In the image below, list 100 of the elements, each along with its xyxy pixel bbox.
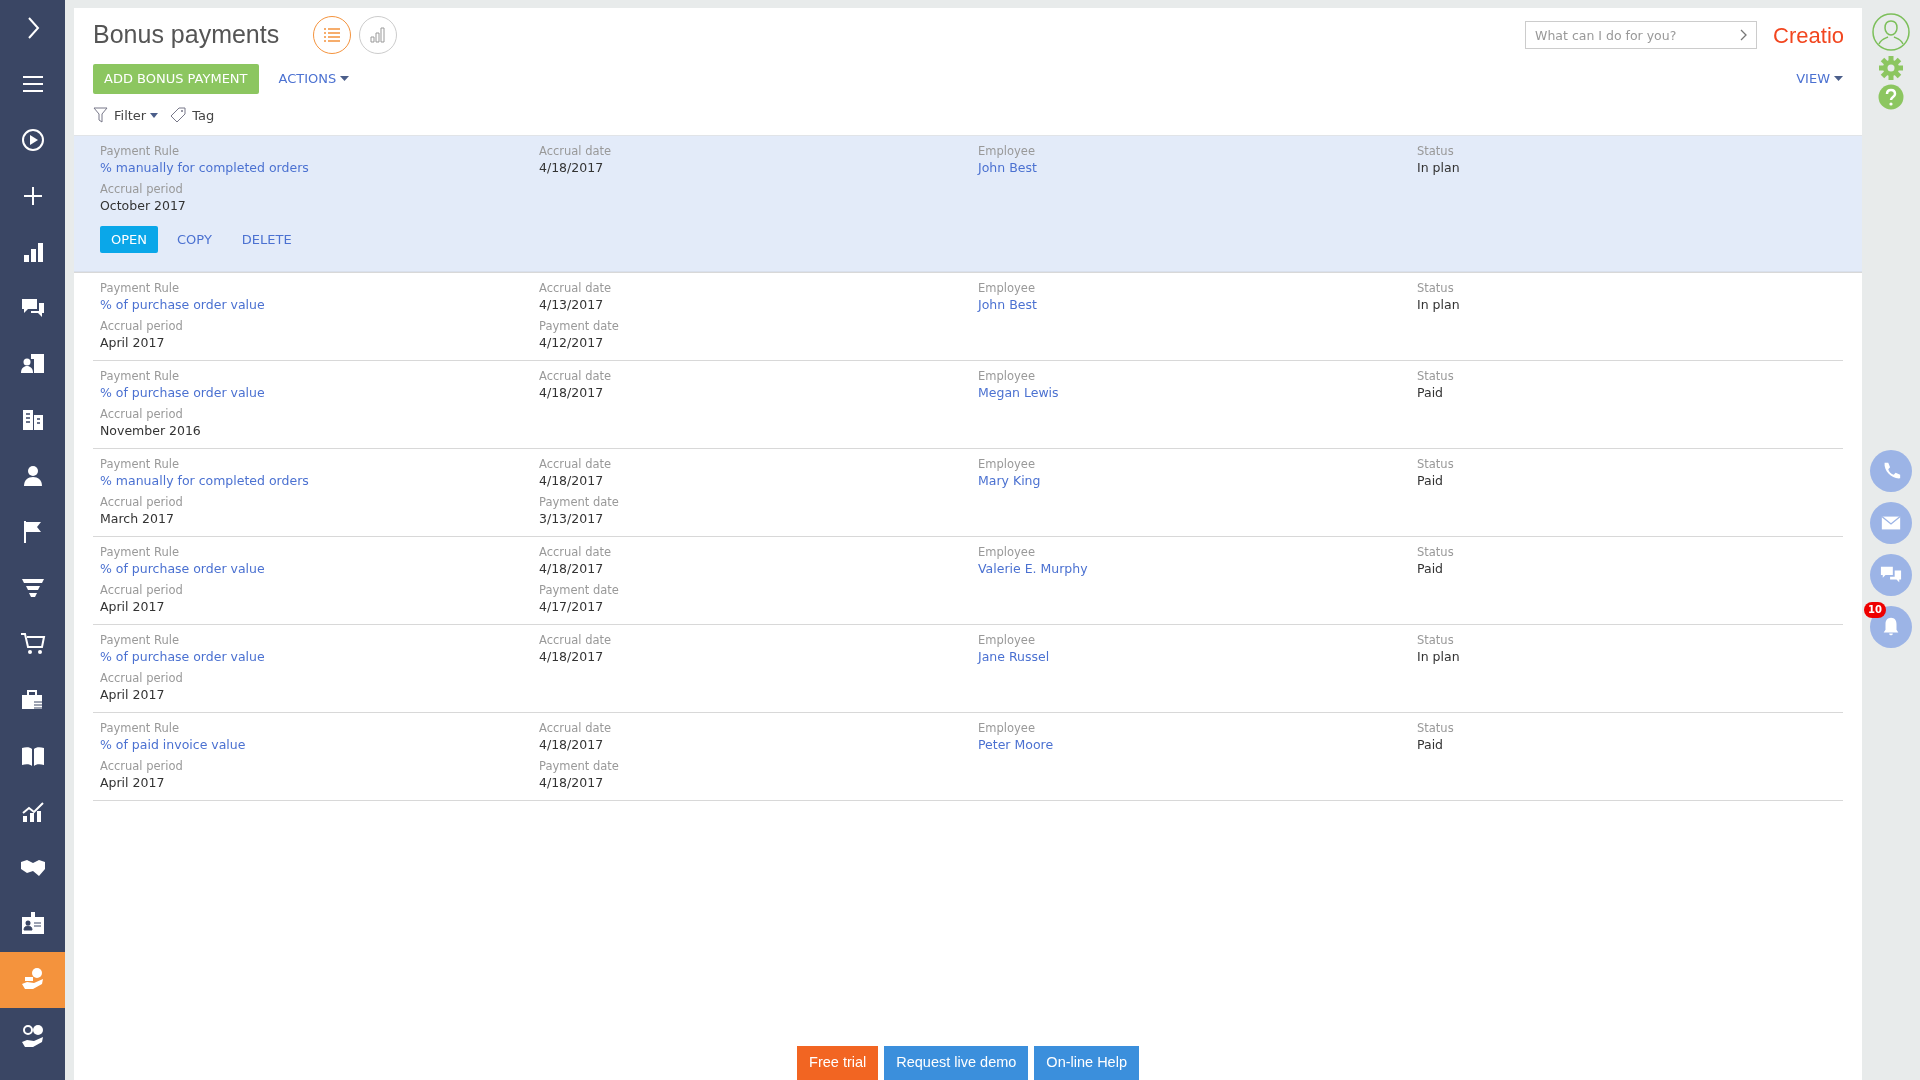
field-link[interactable]: % of purchase order value	[100, 560, 265, 578]
field-value: 4/18/2017	[539, 648, 604, 666]
field-link[interactable]: Valerie E. Murphy	[978, 560, 1088, 578]
field-value: 4/18/2017	[539, 773, 604, 792]
logo: Creatio	[1773, 21, 1844, 50]
field-value: Paid	[1417, 560, 1444, 578]
cart-icon	[19, 631, 46, 657]
footer-button[interactable]: Free trial	[797, 1046, 879, 1080]
bell-button[interactable]	[1870, 606, 1912, 648]
field-label: Status	[1417, 369, 1455, 384]
field-label: Payment date	[539, 758, 620, 774]
field-label: Payment date	[539, 494, 620, 510]
field-link[interactable]: Mary King	[978, 472, 1041, 490]
field-label: Employee	[978, 721, 1036, 736]
play-circle-icon	[19, 127, 46, 153]
field-label: Payment Rule	[100, 545, 181, 560]
field-value: March 2017	[100, 509, 174, 528]
field-label: Payment Rule	[100, 721, 181, 736]
field-link[interactable]: % of purchase order value	[100, 296, 265, 314]
footer-button[interactable]: On-line Help	[1034, 1046, 1139, 1080]
field-label: Accrual date	[539, 545, 613, 560]
field-value: Paid	[1417, 736, 1444, 754]
field-label: Status	[1417, 633, 1455, 648]
field-link[interactable]: Jane Russel	[978, 648, 1050, 666]
tag-icon[interactable]	[170, 107, 187, 124]
field-link[interactable]: Peter Moore	[978, 736, 1054, 754]
field-label: Payment date	[539, 582, 620, 598]
field-value: April 2017	[100, 773, 165, 792]
field-value: In plan	[1417, 159, 1460, 177]
field-label: Accrual date	[539, 281, 613, 296]
field-label: Status	[1417, 721, 1455, 736]
field-value: October 2017	[100, 196, 186, 215]
filter-menu[interactable]: Filter	[114, 105, 159, 125]
field-label: Payment Rule	[100, 633, 181, 648]
field-link[interactable]: Megan Lewis	[978, 384, 1059, 402]
field-label: Payment date	[539, 318, 620, 334]
search-field[interactable]: What can I do for you?	[1525, 21, 1758, 49]
tag-button[interactable]: Tag	[192, 105, 215, 125]
field-value: 4/13/2017	[539, 296, 604, 314]
field-label: Accrual period	[100, 318, 184, 334]
field-label: Accrual period	[100, 758, 184, 774]
caret-icon	[340, 76, 350, 82]
field-value: April 2017	[100, 597, 165, 616]
list-icon	[323, 27, 342, 43]
footer-button[interactable]: Request live demo	[884, 1046, 1029, 1080]
caret-icon	[1834, 76, 1843, 82]
field-link[interactable]: John Best	[978, 296, 1037, 314]
field-value: April 2017	[100, 333, 165, 352]
field-label: Accrual period	[100, 670, 184, 686]
bar-chart-icon	[370, 27, 387, 43]
field-label: Employee	[978, 144, 1036, 159]
field-label: Employee	[978, 545, 1036, 560]
field-value: November 2016	[100, 421, 201, 440]
filter-icon[interactable]	[93, 107, 108, 124]
field-label: Payment Rule	[100, 457, 181, 472]
field-label: Accrual date	[539, 144, 613, 159]
id-card-icon	[19, 911, 46, 937]
field-value: In plan	[1417, 296, 1460, 314]
field-label: Employee	[978, 281, 1036, 296]
field-link[interactable]: % of paid invoice value	[100, 736, 246, 754]
chevron-right-icon[interactable]	[1740, 29, 1749, 41]
view-menu[interactable]: VIEW	[1796, 69, 1843, 89]
field-link[interactable]: % of purchase order value	[100, 384, 265, 402]
field-link[interactable]: % manually for completed orders	[100, 472, 309, 490]
field-label: Accrual period	[100, 406, 184, 422]
field-value: 4/18/2017	[539, 159, 604, 177]
actions-menu[interactable]: ACTIONS	[278, 69, 350, 89]
field-label: Employee	[978, 369, 1036, 384]
field-label: Accrual period	[100, 181, 184, 197]
field-value: 4/18/2017	[539, 736, 604, 754]
field-label: Accrual date	[539, 369, 613, 384]
field-link[interactable]: John Best	[978, 159, 1037, 177]
field-value: 4/18/2017	[539, 560, 604, 578]
field-label: Status	[1417, 281, 1455, 296]
field-label: Payment Rule	[100, 144, 181, 159]
field-link[interactable]: % manually for completed orders	[100, 159, 309, 177]
field-label: Payment Rule	[100, 281, 181, 296]
field-value: April 2017	[100, 685, 165, 704]
field-label: Accrual period	[100, 494, 184, 510]
field-label: Accrual date	[539, 457, 613, 472]
record-action-button[interactable]: COPY	[166, 225, 223, 253]
field-label: Payment Rule	[100, 369, 181, 384]
field-label: Employee	[978, 633, 1036, 648]
caret-icon	[150, 112, 159, 118]
record-action-button[interactable]: DELETE	[230, 225, 303, 253]
notification-count: 10	[1864, 602, 1886, 618]
field-value: Paid	[1417, 384, 1444, 402]
page-title: Bonus payments	[93, 19, 280, 51]
field-label: Accrual date	[539, 633, 613, 648]
field-value: 3/13/2017	[539, 509, 604, 528]
field-value: 4/18/2017	[539, 384, 604, 402]
open-button[interactable]: OPEN	[100, 225, 158, 253]
field-label: Accrual date	[539, 721, 613, 736]
field-value: 4/18/2017	[539, 472, 604, 490]
field-value: 4/12/2017	[539, 333, 604, 352]
field-label: Status	[1417, 545, 1455, 560]
field-label: Employee	[978, 457, 1036, 472]
field-link[interactable]: % of purchase order value	[100, 648, 265, 666]
field-value: 4/17/2017	[539, 597, 604, 616]
field-label: Status	[1417, 457, 1455, 472]
